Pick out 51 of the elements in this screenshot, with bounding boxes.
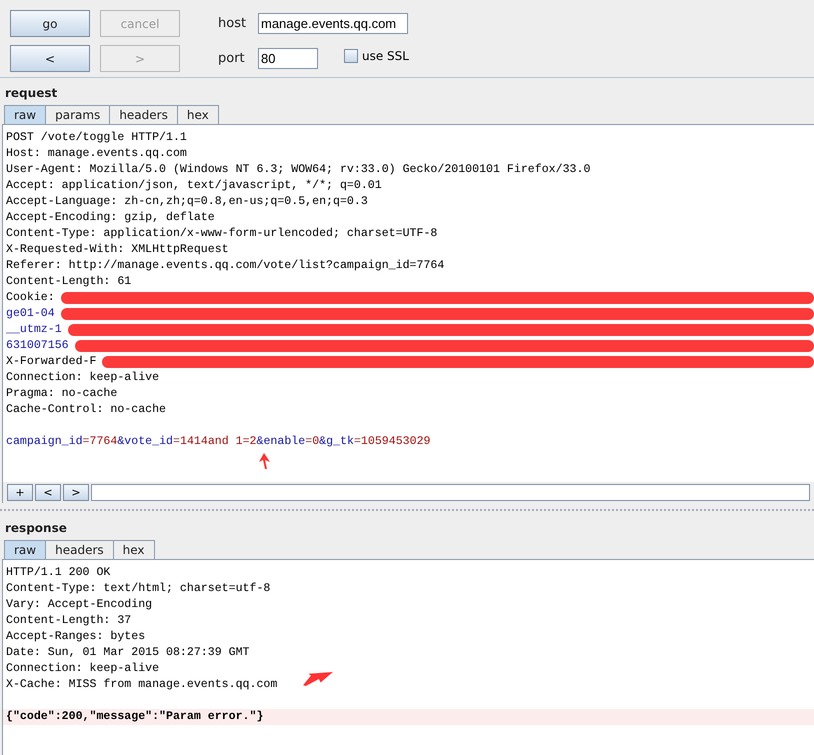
button[interactable]: < (10, 45, 90, 72)
text-line: Cookie: (6, 290, 55, 306)
text-line: X-Requested-With: XMLHttpRequest (6, 242, 229, 258)
text-line: X-Cache: MISS from manage.events.qq.com (6, 677, 278, 693)
text-line: Accept: application/json, text/javascript, */*; q=0.01 (6, 178, 382, 194)
tab[interactable]: raw (4, 105, 46, 124)
text-line: Content-Type: text/html; charset=utf-8 (6, 581, 270, 597)
host-field[interactable]: manage.events.qq.com (258, 12, 408, 34)
tab[interactable]: raw (4, 540, 46, 559)
text-line: __utmz-1 (6, 322, 62, 338)
text-line: ge01-04 (6, 306, 55, 322)
text-line: Vary: Accept-Encoding (6, 597, 152, 613)
text-line: Cache-Control: no-cache (6, 402, 166, 418)
button[interactable]: + (7, 484, 33, 501)
section-title: response (4, 520, 68, 537)
host-label: host (218, 16, 248, 30)
text-line: campaign_id=7764&vote_id=1414and 1=2&enable=0&g_tk=1059453029 (6, 434, 430, 450)
text-line: X-Forwarded-F (6, 354, 96, 370)
text-line: Content-Length: 37 (6, 613, 132, 629)
checkbox[interactable] (344, 49, 358, 63)
text-line: Connection: keep-alive (6, 370, 160, 386)
text-line: Accept-Ranges: bytes (6, 629, 146, 645)
button[interactable]: < (35, 484, 61, 501)
port-label: port (218, 50, 246, 66)
request-text-area[interactable] (2, 125, 814, 482)
tab[interactable]: hex (112, 540, 155, 559)
text-line: POST /vote/toggle HTTP/1.1 (6, 130, 187, 146)
arrow-icon (259, 453, 271, 469)
ssl-label: use SSL (362, 49, 409, 63)
text-line: Host: manage.events.qq.com (6, 146, 187, 162)
text-line: Pragma: no-cache (6, 386, 118, 402)
arrow-icon (303, 672, 333, 686)
text-line: Accept-Encoding: gzip, deflate (6, 210, 215, 226)
button[interactable]: go (10, 10, 90, 37)
tab[interactable]: params (45, 105, 110, 124)
text-line: {"code":200,"message":"Param error."} (6, 709, 264, 725)
text-line: Content-Length: 61 (6, 274, 132, 290)
port-field[interactable]: 80 (258, 48, 318, 68)
text-line: Referer: http://manage.events.qq.com/vote/list?campaign_id=7764 (6, 258, 444, 274)
button[interactable]: > (63, 484, 89, 501)
text-line: 631007156 (6, 338, 69, 354)
text-line: HTTP/1.1 200 OK (6, 565, 110, 581)
search-field[interactable] (91, 484, 810, 501)
text-line: Date: Sun, 01 Mar 2015 08:27:39 GMT (6, 645, 250, 661)
section-title: request (4, 85, 58, 102)
text-line: Accept-Language: zh-cn,zh;q=0.8,en-us;q=0.5,en;q=0.3 (6, 194, 368, 210)
text-line: User-Agent: Mozilla/5.0 (Windows NT 6.3; WOW64; rv:33.0) Gecko/20100101 Firefox/33.0 (6, 162, 590, 178)
tab[interactable]: hex (176, 105, 219, 124)
response-text-area[interactable] (2, 560, 814, 755)
text-line: Connection: keep-alive (6, 661, 160, 677)
text-line: Content-Type: application/x-www-form-urlencoded; charset=UTF-8 (6, 226, 438, 242)
